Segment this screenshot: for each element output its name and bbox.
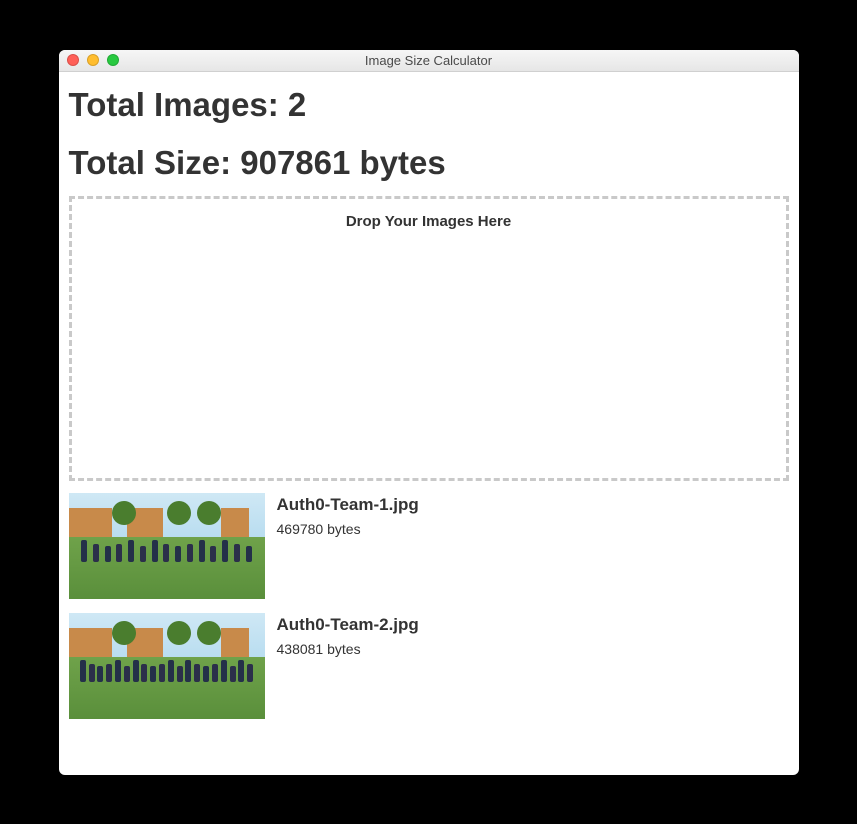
content-area: Total Images: 2 Total Size: 907861 bytes… xyxy=(59,72,799,775)
item-meta: Auth0-Team-1.jpg 469780 bytes xyxy=(277,493,419,599)
close-icon[interactable] xyxy=(67,54,79,66)
traffic-lights xyxy=(59,54,119,66)
minimize-icon[interactable] xyxy=(87,54,99,66)
filesize-label: 469780 bytes xyxy=(277,521,419,537)
filesize-label: 438081 bytes xyxy=(277,641,419,657)
list-item: Auth0-Team-1.jpg 469780 bytes xyxy=(69,493,789,599)
window-title: Image Size Calculator xyxy=(59,53,799,68)
zoom-icon[interactable] xyxy=(107,54,119,66)
image-list: Auth0-Team-1.jpg 469780 bytes Auth0-Team… xyxy=(69,493,789,719)
dropzone-label: Drop Your Images Here xyxy=(72,213,786,230)
dropzone[interactable]: Drop Your Images Here xyxy=(69,196,789,481)
titlebar[interactable]: Image Size Calculator xyxy=(59,50,799,72)
thumbnail-image[interactable] xyxy=(69,493,265,599)
total-size-heading: Total Size: 907861 bytes xyxy=(69,144,789,182)
app-window: Image Size Calculator Total Images: 2 To… xyxy=(59,50,799,775)
filename-label: Auth0-Team-2.jpg xyxy=(277,615,419,635)
total-images-heading: Total Images: 2 xyxy=(69,86,789,124)
filename-label: Auth0-Team-1.jpg xyxy=(277,495,419,515)
thumbnail-image[interactable] xyxy=(69,613,265,719)
item-meta: Auth0-Team-2.jpg 438081 bytes xyxy=(277,613,419,719)
list-item: Auth0-Team-2.jpg 438081 bytes xyxy=(69,613,789,719)
